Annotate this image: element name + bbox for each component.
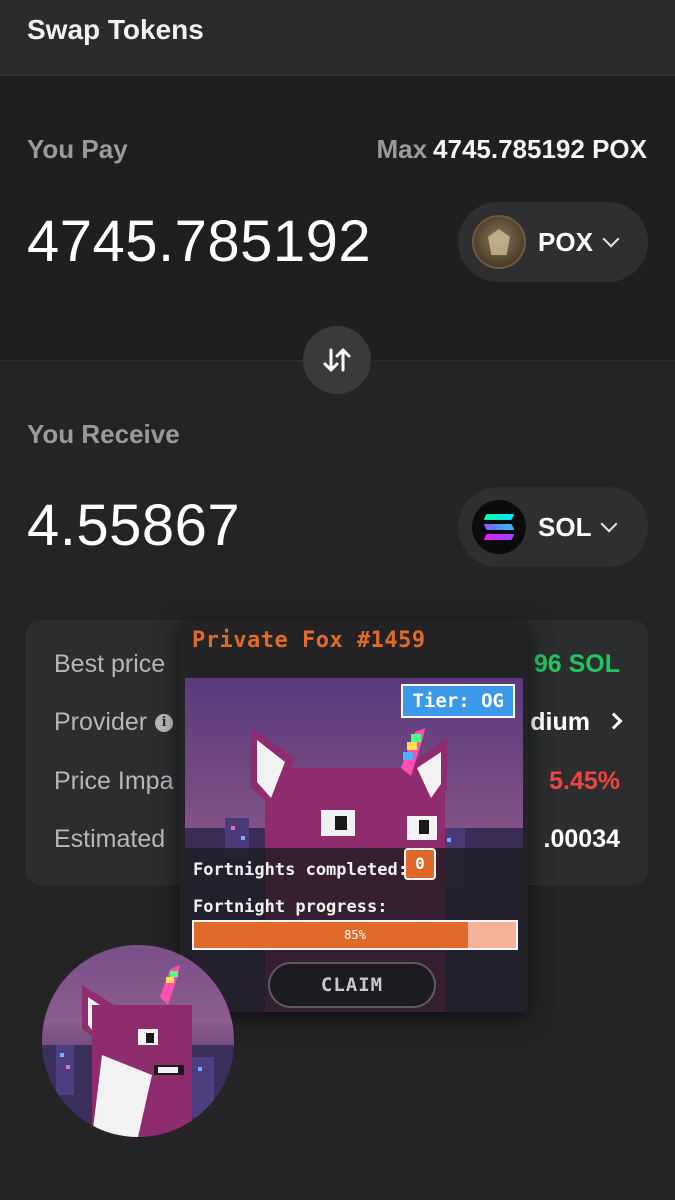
pay-amount-input[interactable]: 4745.785192: [27, 208, 371, 275]
pox-token-icon: [472, 215, 526, 269]
page-title: Swap Tokens: [27, 14, 204, 45]
price-impact-value: 5.45%: [549, 767, 620, 795]
receive-token-selector[interactable]: SOL: [458, 487, 648, 567]
you-receive-label: You Receive: [27, 419, 180, 449]
fox-avatar-icon: [42, 965, 234, 1137]
chevron-down-icon: [602, 230, 620, 248]
provider-selector[interactable]: dium: [530, 708, 623, 737]
best-price-label: Best price: [54, 650, 166, 678]
info-icon[interactable]: i: [155, 714, 174, 733]
nft-avatar-button[interactable]: [42, 945, 234, 1137]
fortnights-count-badge: 0: [404, 848, 436, 880]
estimated-label: Estimated: [54, 825, 166, 853]
app-header: Swap Tokens: [0, 0, 675, 76]
fortnight-progress-label: Fortnight progress:: [193, 897, 388, 917]
tier-badge: Tier: OG: [401, 684, 515, 718]
swap-direction-button[interactable]: [303, 326, 371, 394]
fortnight-progress-bar: 85%: [192, 920, 518, 950]
max-balance-button[interactable]: Max 4745.785192 POX: [376, 134, 647, 165]
receive-amount: 4.55867: [27, 493, 241, 558]
fortnights-completed-label: Fortnights completed:: [193, 860, 408, 880]
max-label: Max: [376, 134, 428, 164]
pay-token-symbol: POX: [538, 226, 593, 257]
progress-percent: 85%: [344, 928, 366, 942]
pay-token-selector[interactable]: POX: [458, 202, 648, 282]
price-impact-label: Price Impa: [54, 767, 174, 795]
claim-button[interactable]: CLAIM: [268, 962, 436, 1008]
swap-arrows-icon: [323, 348, 351, 372]
max-balance-value: 4745.785192 POX: [433, 134, 647, 164]
provider-label: Provider i: [54, 708, 174, 737]
solana-token-icon: [472, 500, 526, 554]
provider-value: dium: [530, 708, 590, 736]
best-price-value: 96 SOL: [533, 650, 620, 678]
provider-label-text: Provider: [54, 708, 148, 736]
estimated-value: .00034: [543, 825, 620, 853]
you-pay-label: You Pay: [27, 134, 128, 164]
popup-title: Private Fox #1459: [192, 628, 426, 653]
chevron-right-icon: [605, 712, 623, 730]
chevron-down-icon: [600, 515, 618, 533]
receive-token-symbol: SOL: [538, 511, 592, 542]
